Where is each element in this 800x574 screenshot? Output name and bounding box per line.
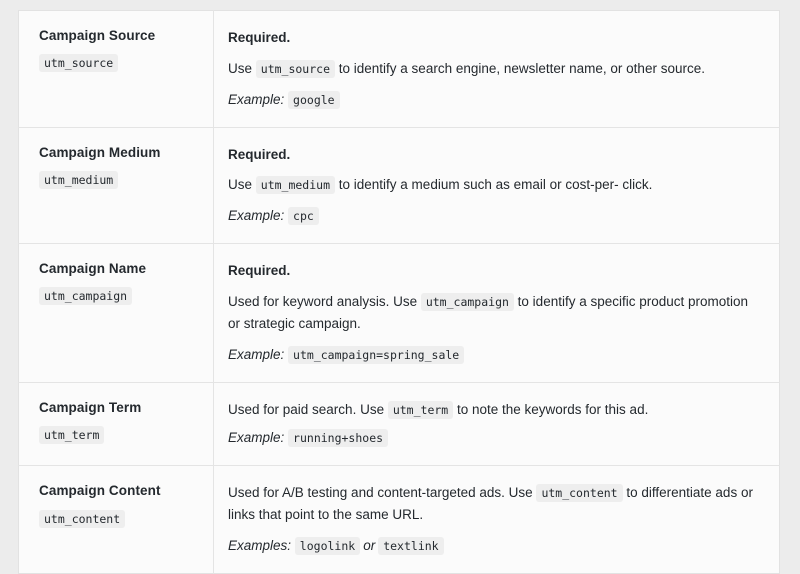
example-value-chip: logolink <box>294 537 361 556</box>
description-prefix: Used for keyword analysis. Use <box>228 294 421 310</box>
example-label: Example: <box>228 346 285 362</box>
example-line: Examples: logolink or textlink <box>228 535 763 557</box>
description-text: Used for paid search. Use utm_term to no… <box>228 399 763 421</box>
description-cell: Required. Use utm_medium to identify a m… <box>213 126 780 244</box>
parameter-cell: Campaign Medium utm_medium <box>18 126 214 244</box>
example-line: Example: google <box>228 89 763 111</box>
example-value-chip: running+shoes <box>288 429 389 448</box>
utm-parameters-table: Campaign Source utm_source Required. Use… <box>18 10 780 574</box>
parameter-code-chip: utm_medium <box>39 170 119 189</box>
description-prefix: Use <box>228 60 256 76</box>
example-line: Example: utm_campaign=spring_sale <box>228 344 763 366</box>
description-code-chip: utm_campaign <box>420 293 514 312</box>
description-prefix: Use <box>228 177 256 193</box>
parameter-code-chip: utm_source <box>39 54 119 73</box>
required-label: Required. <box>228 146 291 162</box>
required-label: Required. <box>228 30 291 45</box>
table-row: Campaign Source utm_source Required. Use… <box>18 10 780 128</box>
description-code-chip: utm_medium <box>255 176 336 195</box>
page-root: Campaign Source utm_source Required. Use… <box>0 0 800 574</box>
description-cell: Used for paid search. Use utm_term to no… <box>213 381 780 466</box>
parameter-code-chip: utm_content <box>39 509 126 528</box>
description-text: Use utm_source to identify a search engi… <box>228 58 763 80</box>
example-separator: or <box>363 538 376 554</box>
table-row: Campaign Content utm_content Used for A/… <box>18 465 780 574</box>
table-row: Campaign Medium utm_medium Required. Use… <box>18 126 780 244</box>
parameter-title: Campaign Content <box>39 483 161 499</box>
description-text: Use utm_medium to identify a medium such… <box>228 174 763 196</box>
parameter-code-chip: utm_campaign <box>39 287 133 306</box>
description-cell: Required. Used for keyword analysis. Use… <box>213 243 780 383</box>
example-label: Examples: <box>228 538 292 554</box>
parameter-cell: Campaign Content utm_content <box>18 465 214 574</box>
parameter-title: Campaign Term <box>39 399 142 415</box>
description-prefix: Used for A/B testing and content-targete… <box>228 485 537 501</box>
required-label: Required. <box>228 263 291 279</box>
table-body: Campaign Source utm_source Required. Use… <box>18 10 780 574</box>
parameter-code-wrap: utm_content <box>39 509 199 528</box>
example-label: Example: <box>228 208 285 224</box>
table-row: Campaign Term utm_term Used for paid sea… <box>18 381 780 466</box>
description-text: Used for A/B testing and content-targete… <box>228 482 763 526</box>
description-code-chip: utm_source <box>255 59 336 78</box>
parameter-cell: Campaign Source utm_source <box>18 10 214 128</box>
parameter-cell: Campaign Name utm_campaign <box>18 243 214 383</box>
parameter-code-wrap: utm_source <box>39 54 199 73</box>
description-code-chip: utm_term <box>387 400 454 419</box>
parameter-code-chip: utm_term <box>39 425 105 444</box>
parameter-code-wrap: utm_medium <box>39 170 199 189</box>
description-prefix: Used for paid search. Use <box>228 401 388 417</box>
description-cell: Used for A/B testing and content-targete… <box>213 465 780 574</box>
example-value-chip: cpc <box>288 207 319 226</box>
description-code-chip: utm_content <box>536 484 623 503</box>
example-value-chip: utm_campaign=spring_sale <box>288 345 465 364</box>
parameter-cell: Campaign Term utm_term <box>18 381 214 466</box>
parameter-title: Campaign Medium <box>39 144 161 160</box>
example-label: Example: <box>228 91 285 107</box>
example-value-chip: google <box>288 90 340 109</box>
table-row: Campaign Name utm_campaign Required. Use… <box>18 243 780 383</box>
description-suffix: to identify a medium such as email or co… <box>335 177 653 193</box>
parameter-title: Campaign Source <box>39 28 156 43</box>
example-line: Example: running+shoes <box>228 427 763 449</box>
description-suffix: to note the keywords for this ad. <box>453 401 649 417</box>
example-line: Example: cpc <box>228 205 763 227</box>
parameter-code-wrap: utm_term <box>39 425 199 444</box>
example-label: Example: <box>228 430 285 446</box>
parameter-title: Campaign Name <box>39 261 147 277</box>
example-value-chip: textlink <box>378 537 444 556</box>
description-text: Used for keyword analysis. Use utm_campa… <box>228 291 763 335</box>
description-suffix: to identify a search engine, newsletter … <box>335 60 705 76</box>
description-cell: Required. Use utm_source to identify a s… <box>213 10 780 128</box>
parameter-code-wrap: utm_campaign <box>39 287 199 306</box>
